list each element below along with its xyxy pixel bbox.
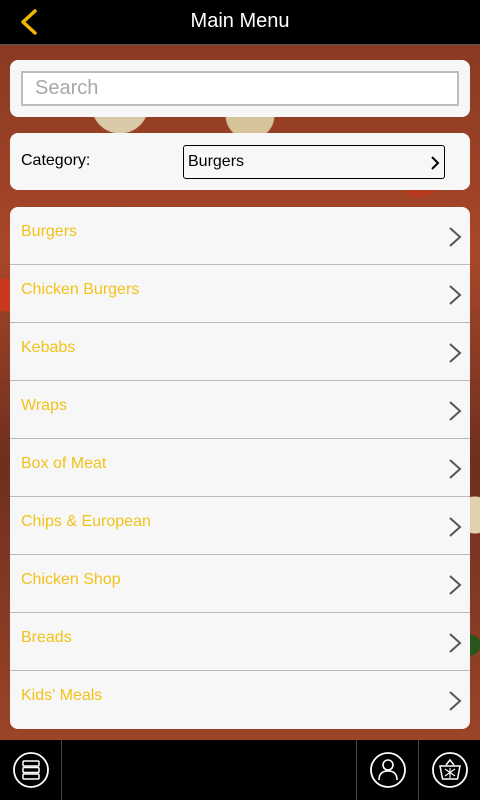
category-select[interactable]: Burgers (183, 145, 445, 179)
account-icon (369, 752, 406, 788)
list-item[interactable]: Kebabs (10, 323, 470, 381)
list-item[interactable]: Kids' Meals (10, 671, 470, 729)
chevron-right-icon (449, 343, 462, 363)
list-item-label: Breads (21, 629, 72, 646)
list-item[interactable]: Burgers (10, 207, 470, 265)
search-card (10, 60, 470, 117)
tab-basket[interactable] (418, 740, 480, 800)
menu-list-icon (12, 752, 49, 788)
category-label: Category: (21, 152, 91, 169)
tab-account[interactable] (356, 740, 418, 800)
chevron-right-icon (449, 227, 462, 247)
top-bar: Main Menu (0, 0, 480, 45)
category-selected-value: Burgers (188, 153, 245, 170)
search-input[interactable] (21, 71, 459, 106)
list-item-label: Chicken Burgers (21, 281, 140, 298)
list-item-label: Box of Meat (21, 455, 107, 472)
list-item-label: Burgers (21, 223, 78, 240)
list-item[interactable]: Chicken Shop (10, 555, 470, 613)
category-card: Category: Burgers (10, 133, 470, 190)
basket-icon (431, 752, 468, 788)
chevron-right-icon (449, 575, 462, 595)
list-item[interactable]: Wraps (10, 381, 470, 439)
list-item[interactable]: Chicken Burgers (10, 265, 470, 323)
menu-category-list: Burgers Chicken Burgers Kebabs Wraps Box… (10, 207, 470, 729)
chevron-right-icon (449, 459, 462, 479)
list-item-label: Kebabs (21, 339, 76, 356)
chevron-right-icon (449, 285, 462, 305)
list-item-label: Chips & European (21, 513, 151, 530)
list-item-label: Kids' Meals (21, 687, 103, 704)
tab-menu[interactable] (0, 740, 62, 800)
chevron-right-icon (431, 156, 440, 170)
chevron-right-icon (449, 517, 462, 537)
list-item[interactable]: Chips & European (10, 497, 470, 555)
chevron-right-icon (449, 633, 462, 653)
list-item-label: Chicken Shop (21, 571, 121, 588)
bottom-tab-bar (0, 740, 480, 800)
page-title: Main Menu (190, 10, 290, 32)
chevron-right-icon (449, 401, 462, 421)
list-item[interactable]: Breads (10, 613, 470, 671)
chevron-right-icon (449, 691, 462, 711)
list-item[interactable]: Box of Meat (10, 439, 470, 497)
list-item-label: Wraps (21, 397, 67, 414)
